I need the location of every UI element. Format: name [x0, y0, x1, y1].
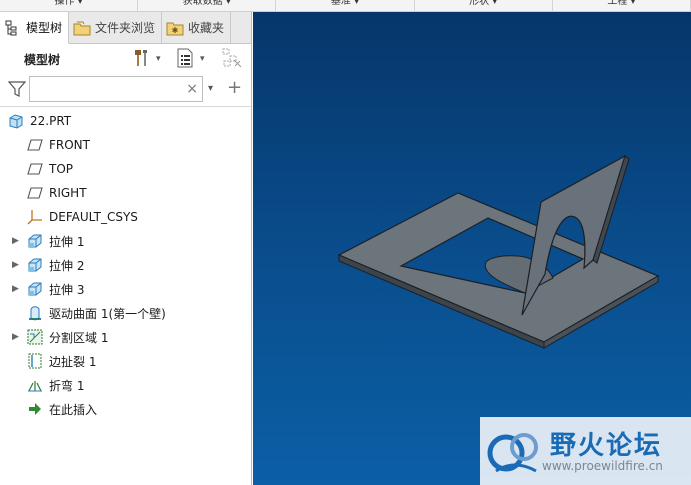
extrude-icon: [27, 257, 43, 273]
tree-item-label: 分割区域 1: [49, 330, 109, 345]
filter-input-box: ×: [29, 76, 203, 102]
tree-item-part[interactable]: 22.PRT: [0, 109, 251, 133]
list-icon: [176, 48, 194, 71]
filter-icon[interactable]: [7, 80, 27, 101]
sheetmetal-model: [337, 154, 660, 349]
chevron-down-icon: ▾: [200, 54, 205, 64]
tree-item-extrude-3[interactable]: ▶ 拉伸 3: [0, 277, 251, 301]
forum-watermark: 野火论坛 www.proewildfire.cn: [480, 417, 691, 485]
ribbon-group-engineering[interactable]: 工程 ▾: [553, 0, 691, 11]
tree-item-label: 拉伸 3: [49, 282, 85, 297]
tab-favorites-label: 收藏夹: [188, 21, 225, 35]
tree-item-label: 拉伸 2: [49, 258, 85, 273]
expand-arrow-icon[interactable]: ▶: [12, 284, 20, 294]
tree-item-label: 边扯裂 1: [49, 354, 97, 369]
tree-item-label: RIGHT: [49, 186, 87, 200]
forum-watermark-url: www.proewildfire.cn: [542, 459, 663, 473]
tree-item-default-csys[interactable]: DEFAULT_CSYS: [0, 205, 251, 229]
tree-item-bend-1[interactable]: 折弯 1: [0, 373, 251, 397]
ribbon-group-bar: 操作 ▾ 获取数据 ▾ 基准 ▾ 形状 ▾ 工程 ▾: [0, 0, 691, 12]
tree-item-label: 折弯 1: [49, 378, 85, 393]
tree-item-split-area-1[interactable]: ▶ 分割区域 1: [0, 325, 251, 349]
model-tree-title: 模型树: [24, 52, 61, 67]
tree-item-right[interactable]: RIGHT: [0, 181, 251, 205]
ribbon-group-get-data[interactable]: 获取数据 ▾: [138, 0, 277, 11]
tab-model-tree[interactable]: 模型树: [0, 12, 70, 44]
chevron-down-icon: ▾: [156, 54, 161, 64]
tree-item-label: FRONT: [49, 138, 90, 152]
tree-item-label: DEFAULT_CSYS: [49, 210, 138, 224]
datum-plane-icon: [27, 185, 43, 201]
bend-icon: [27, 377, 43, 393]
tree-item-label: TOP: [49, 162, 74, 176]
graphics-viewport[interactable]: 野火论坛 www.proewildfire.cn: [253, 12, 691, 485]
tree-item-label: 在此插入: [49, 402, 98, 417]
datum-plane-icon: [27, 161, 43, 177]
csys-icon: [27, 209, 43, 225]
tab-favorites[interactable]: ✱ 收藏夹: [162, 12, 232, 43]
model-tree-header: 模型树 ▾ ▾: [0, 44, 251, 74]
tree-item-label: 驱动曲面 1(第一个壁): [49, 306, 166, 321]
model-tree-icon: [4, 19, 22, 37]
tree-filter-icon: [222, 48, 242, 71]
filter-dropdown-chevron-icon[interactable]: ▾: [208, 83, 213, 94]
part-icon: [8, 113, 24, 129]
driving-surface-icon: [27, 305, 43, 321]
datum-plane-icon: [27, 137, 43, 153]
tree-item-extrude-2[interactable]: ▶ 拉伸 2: [0, 253, 251, 277]
tree-item-label: 拉伸 1: [49, 234, 85, 249]
split-area-icon: [27, 329, 43, 345]
tree-item-label: 22.PRT: [30, 114, 72, 128]
expand-arrow-icon[interactable]: ▶: [12, 236, 20, 246]
tree-item-driving-surface-1[interactable]: 驱动曲面 1(第一个壁): [0, 301, 251, 325]
settings-dropdown-button[interactable]: ▾: [132, 48, 161, 70]
extrude-icon: [27, 233, 43, 249]
tab-folder-browser-label: 文件夹浏览: [95, 21, 156, 35]
clear-icon[interactable]: ×: [186, 81, 198, 97]
ribbon-group-shapes[interactable]: 形状 ▾: [415, 0, 553, 11]
navigator-tabs: 模型树 文件夹浏览 ✱ 收藏夹: [0, 12, 251, 44]
tree-item-insert-here[interactable]: 在此插入: [0, 397, 251, 421]
tab-folder-browser[interactable]: 文件夹浏览: [69, 12, 163, 43]
filter-input[interactable]: [30, 77, 180, 101]
edge-rip-icon: [27, 353, 43, 369]
expand-arrow-icon[interactable]: ▶: [12, 332, 20, 342]
tree-item-edge-rip-1[interactable]: 边扯裂 1: [0, 349, 251, 373]
expand-arrow-icon[interactable]: ▶: [12, 260, 20, 270]
show-dropdown-button[interactable]: ▾: [176, 48, 205, 70]
extrude-icon: [27, 281, 43, 297]
svg-text:✱: ✱: [172, 26, 179, 35]
favorites-icon: ✱: [166, 19, 184, 37]
forum-logo-icon: [487, 433, 538, 473]
forum-watermark-title: 野火论坛: [550, 431, 663, 461]
tab-model-tree-label: 模型树: [26, 21, 63, 35]
ribbon-group-operations[interactable]: 操作 ▾: [0, 0, 139, 11]
tree-item-front[interactable]: FRONT: [0, 133, 251, 157]
model-tree: 22.PRT FRONT TOP RIGHT DEFAULT_CSYS ▶ 拉伸…: [0, 107, 251, 421]
tree-item-extrude-1[interactable]: ▶ 拉伸 1: [0, 229, 251, 253]
ribbon-group-datum[interactable]: 基准 ▾: [276, 0, 415, 11]
folder-icon: [73, 19, 91, 37]
tree-item-top[interactable]: TOP: [0, 157, 251, 181]
insert-here-icon: [27, 401, 43, 417]
navigator-panel: 模型树 文件夹浏览 ✱ 收藏夹 模型树 ▾ ▾ × ▾ + 22.PRT FRO…: [0, 12, 252, 485]
tools-icon: [132, 48, 152, 71]
tree-filter-button[interactable]: [222, 48, 242, 70]
add-filter-button[interactable]: +: [227, 79, 242, 97]
filter-row: × ▾ +: [0, 74, 251, 106]
